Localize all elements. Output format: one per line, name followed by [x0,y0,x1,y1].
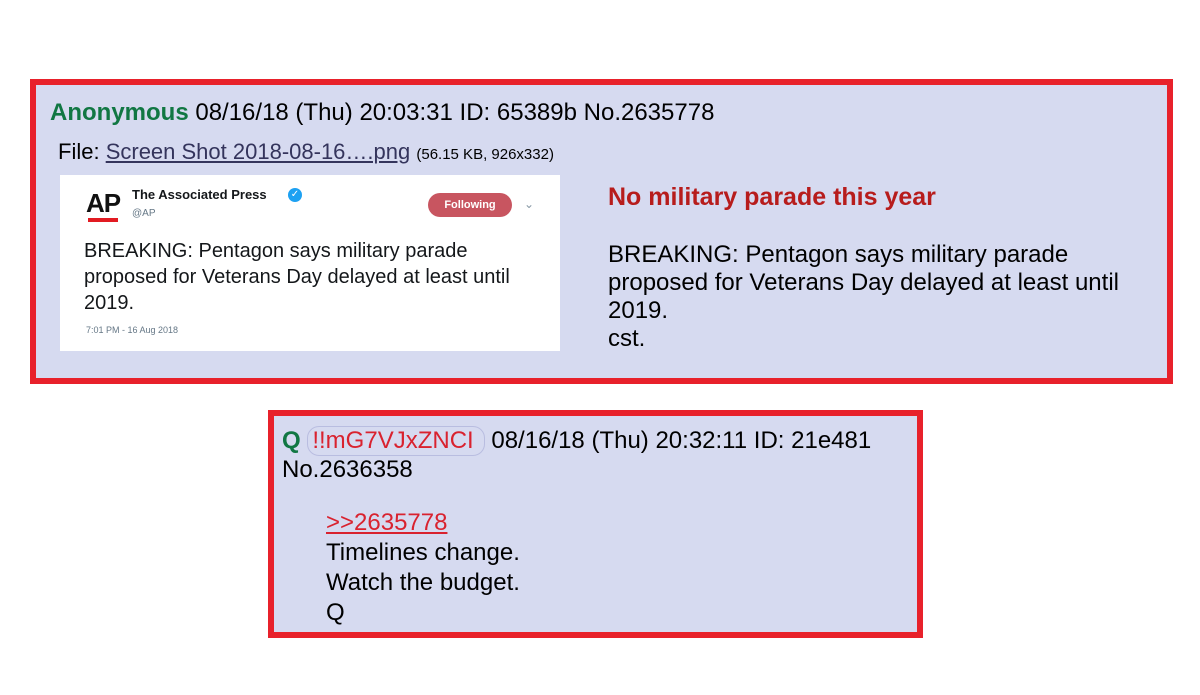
poster-name: Q [282,427,301,454]
post-number-line: No.2636358 [282,456,413,484]
message-line: Watch the budget. [326,569,520,596]
post-message: BREAKING: Pentagon says military parade … [608,241,1163,353]
post-q: Q !!mG7VJxZNCI 08/16/18 (Thu) 20:32:11 I… [268,410,923,638]
tweet-timestamp: 7:01 PM - 16 Aug 2018 [86,325,179,335]
message-line: Q [326,599,345,626]
post-header: Q !!mG7VJxZNCI 08/16/18 (Thu) 20:32:11 I… [282,426,871,456]
file-meta: (56.15 KB, 926x332) [416,146,554,163]
post-message: >>2635778 Timelines change. Watch the bu… [326,508,520,628]
message-line: Timelines change. [326,539,520,566]
file-info: File: Screen Shot 2018-08-16….png (56.15… [58,139,554,165]
ap-logo: AP [86,188,121,224]
post-subject: No military parade this year [608,183,936,211]
file-label: File: [58,139,100,164]
chevron-down-icon: ⌄ [524,197,535,211]
post-number[interactable]: No.2636358 [282,456,413,483]
message-line: 2019. [608,297,669,324]
post-anonymous: Anonymous 08/16/18 (Thu) 20:03:31 ID: 65… [30,79,1173,384]
post-header: Anonymous 08/16/18 (Thu) 20:03:31 ID: 65… [50,99,714,127]
file-link[interactable]: Screen Shot 2018-08-16….png [106,139,411,164]
poster-id[interactable]: ID: 21e481 [754,427,871,454]
tweet-handle: @AP [132,208,156,219]
post-number[interactable]: No.2635778 [584,99,715,126]
poster-name: Anonymous [50,99,189,126]
quote-link[interactable]: >>2635778 [326,509,447,536]
verified-icon: ✓ [288,188,302,202]
tripcode: !!mG7VJxZNCI [307,426,485,456]
message-line: cst. [608,325,646,352]
following-button: Following [428,193,512,217]
message-line: proposed for Veterans Day delayed at lea… [608,269,1119,296]
tweet-body: BREAKING: Pentagon says military parade … [84,240,510,314]
post-date: 08/16/18 (Thu) 20:03:31 [195,99,453,126]
image-thumbnail[interactable]: AP The Associated Press ✓ @AP Following … [60,175,560,351]
post-date: 08/16/18 (Thu) 20:32:11 [491,427,748,454]
tweet-account-name: The Associated Press [132,187,267,202]
message-line: BREAKING: Pentagon says military parade [608,241,1069,268]
poster-id[interactable]: ID: 65389b [460,99,577,126]
